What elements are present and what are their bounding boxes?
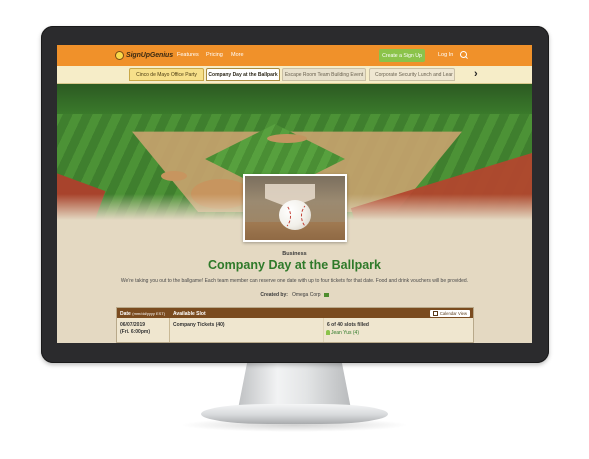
monitor-screen: SignUpGenius Features Pricing More Creat… — [57, 45, 532, 343]
event-title: Company Day at the Ballpark — [208, 258, 381, 272]
baseball-seam-left — [269, 202, 291, 230]
row-date: 06/07/2019 — [120, 322, 146, 328]
row-signup-person[interactable]: Jean Yus (4) — [331, 330, 359, 336]
created-by-label: Created by: — [260, 292, 288, 298]
monitor-stand-neck — [238, 363, 351, 409]
lightbulb-icon — [115, 51, 124, 60]
login-link[interactable]: Log In — [438, 52, 453, 58]
row-slots-filled: 6 of 40 slots filled — [327, 322, 369, 328]
top-nav: SignUpGenius Features Pricing More Creat… — [57, 45, 532, 66]
create-signup-button[interactable]: Create a Sign Up — [379, 49, 425, 62]
column-header-available-slot: Available Slot — [173, 310, 206, 317]
person-icon — [326, 330, 330, 335]
monitor-stand-base — [201, 404, 388, 424]
outfield-shade — [57, 84, 532, 114]
event-category: Business — [282, 251, 307, 257]
logo-text: SignUpGenius — [126, 52, 174, 59]
table-row-date: 06/07/2019 (Fri. 6:00pm) — [120, 322, 150, 336]
baseball-icon — [279, 200, 311, 230]
pitchers-mound — [267, 134, 307, 143]
row-time: (Fri. 6:00pm) — [120, 329, 151, 335]
event-tab-strip: Cinco de Mayo Office Party Company Day a… — [57, 66, 532, 84]
calendar-icon — [432, 310, 438, 316]
baseball-seam-right — [301, 202, 323, 230]
creator-name[interactable]: Omega Corp — [292, 292, 321, 298]
calendar-view-button[interactable]: Calendar View — [429, 309, 470, 317]
logo[interactable]: SignUpGenius — [115, 49, 173, 62]
nav-link-more[interactable]: More — [231, 52, 244, 58]
column-divider — [169, 318, 170, 342]
chevron-right-icon[interactable]: › — [474, 68, 478, 80]
mail-icon[interactable] — [323, 292, 329, 297]
nav-link-features[interactable]: Features — [177, 52, 199, 58]
calendar-view-label: Calendar View — [439, 310, 467, 316]
column-header-date: Date (mm/dd/yyyy EST) — [120, 311, 165, 317]
nav-link-pricing[interactable]: Pricing — [206, 52, 223, 58]
tab-company-day-ballpark[interactable]: Company Day at the Ballpark — [206, 68, 280, 81]
table-header: Date (mm/dd/yyyy EST) Available Slot Cal… — [117, 308, 473, 318]
tab-corporate-security-lunch[interactable]: Corporate Security Lunch and Lear — [369, 68, 455, 81]
event-thumbnail — [243, 174, 347, 242]
column-header-date-label: Date — [120, 310, 131, 317]
on-deck-circle — [161, 171, 187, 181]
tab-cinco-de-mayo[interactable]: Cinco de Mayo Office Party — [129, 68, 204, 81]
search-icon[interactable] — [460, 51, 467, 58]
date-format-hint: (mm/dd/yyyy EST) — [132, 310, 166, 316]
signup-slots-table: Date (mm/dd/yyyy EST) Available Slot Cal… — [116, 307, 474, 343]
tab-escape-room[interactable]: Escape Room Team Building Event — [282, 68, 366, 81]
column-divider — [323, 318, 324, 342]
created-by: Created by: Omega Corp — [57, 292, 532, 298]
event-description: We're taking you out to the ballgame! Ea… — [120, 278, 469, 284]
row-slot-name: Company Tickets (40) — [173, 322, 225, 328]
